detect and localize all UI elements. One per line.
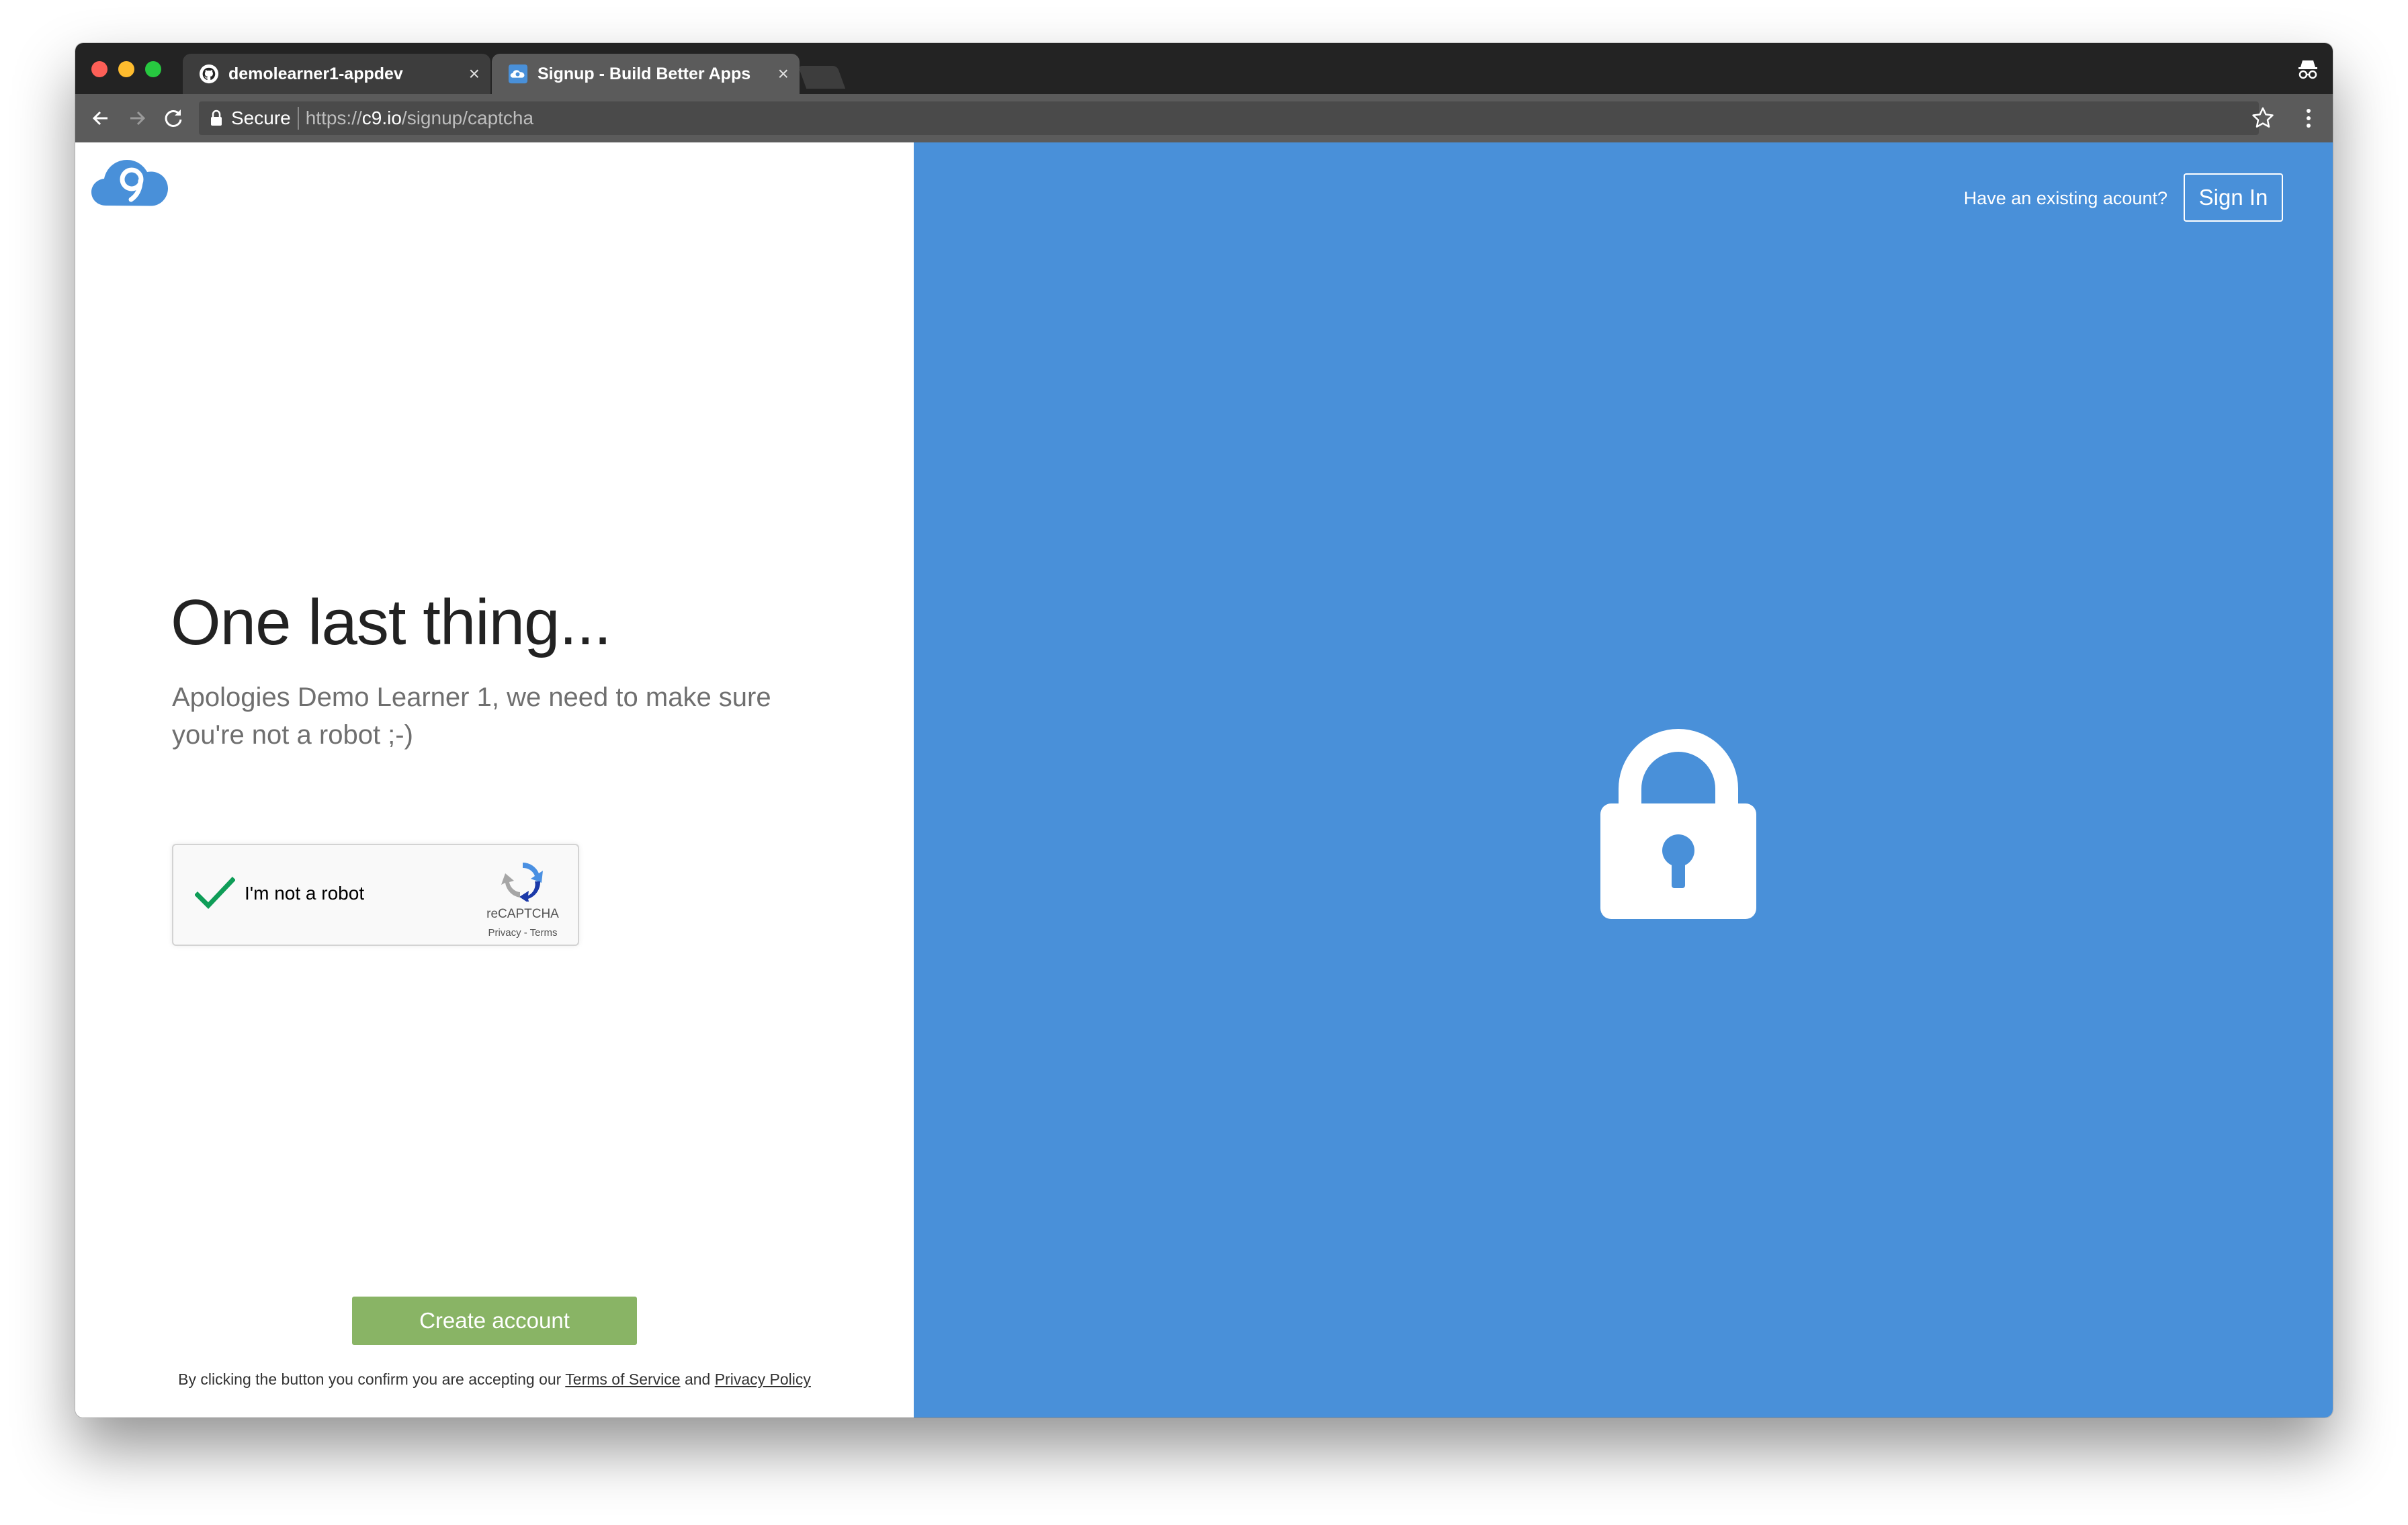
address-bar[interactable]: Secure https://c9.io/signup/captcha (199, 101, 2259, 135)
terms-prefix: By clicking the button you confirm you a… (178, 1370, 566, 1388)
new-tab-button[interactable] (798, 66, 846, 89)
padlock-icon (1600, 729, 1756, 919)
url-scheme: https:// (305, 107, 362, 128)
illustration-panel: Have an existing acount? Sign In (914, 142, 2333, 1418)
existing-account-text: Have an existing acount? (1963, 188, 2167, 208)
checkmark-icon[interactable] (195, 876, 235, 911)
browser-window: demolearner1-appdev × Signup - Build Bet… (75, 43, 2333, 1418)
sign-in-button[interactable]: Sign In (2184, 173, 2283, 222)
terms-conjunction: and (680, 1370, 715, 1388)
address-separator (297, 107, 299, 130)
robot-check-message: Apologies Demo Learner 1, we need to mak… (172, 683, 771, 750)
browser-toolbar: Secure https://c9.io/signup/captcha (75, 94, 2333, 142)
tab-strip: demolearner1-appdev × Signup - Build Bet… (75, 43, 2333, 94)
forward-arrow-icon[interactable] (124, 105, 150, 132)
close-window-button[interactable] (91, 61, 108, 77)
tab-title: Signup - Build Better Apps (538, 64, 751, 83)
url-host: c9.io (361, 107, 402, 128)
recaptcha-label: I'm not a robot (245, 883, 365, 904)
close-tab-icon[interactable]: × (778, 63, 789, 85)
github-icon (199, 64, 219, 84)
recaptcha-brand: reCAPTCHA (486, 907, 559, 921)
cloud9-icon (508, 64, 528, 84)
incognito-icon (2298, 60, 2317, 79)
tab-title: demolearner1-appdev (228, 64, 403, 83)
recaptcha-privacy-terms[interactable]: Privacy - Terms (469, 927, 576, 939)
close-tab-icon[interactable]: × (469, 63, 480, 85)
privacy-policy-link[interactable]: Privacy Policy (715, 1370, 811, 1388)
tab-signup[interactable]: Signup - Build Better Apps × (492, 54, 800, 94)
signup-panel: One last thing... Apologies Demo Learner… (75, 142, 914, 1418)
cloud9-logo[interactable] (90, 156, 169, 208)
reload-icon[interactable] (160, 105, 187, 132)
bookmark-star-icon[interactable] (2249, 105, 2276, 132)
terms-notice: By clicking the button you confirm you a… (75, 1338, 914, 1389)
recaptcha-widget[interactable]: I'm not a robot reCAPTCHA Privacy - Term… (172, 844, 579, 946)
maximize-window-button[interactable] (145, 61, 161, 77)
browser-menu-icon[interactable] (2302, 105, 2315, 132)
terms-of-service-link[interactable]: Terms of Service (565, 1370, 680, 1388)
back-arrow-icon[interactable] (87, 105, 114, 132)
tab-github[interactable]: demolearner1-appdev × (183, 54, 490, 94)
minimize-window-button[interactable] (118, 61, 134, 77)
page-content: One last thing... Apologies Demo Learner… (75, 142, 2333, 1418)
url-path: /signup/captcha (401, 107, 534, 128)
page-title: One last thing... (171, 586, 611, 658)
secure-lock-icon (211, 110, 222, 126)
recaptcha-icon (501, 863, 543, 902)
security-label: Secure (231, 107, 291, 128)
